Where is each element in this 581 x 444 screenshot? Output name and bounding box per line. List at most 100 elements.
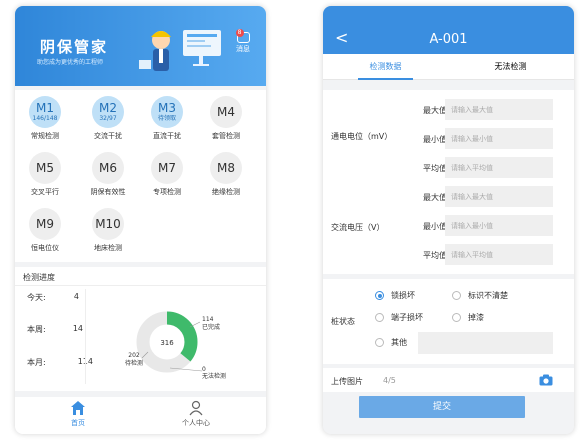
module-badge: M2 32/97 (92, 96, 124, 128)
home-banner: 阴保管家 助您成为更优秀的工程师 8 消息 (15, 6, 266, 86)
tab-unable-to-inspect[interactable]: 无法检测 (448, 61, 573, 72)
active-tab-indicator (358, 78, 413, 80)
module-label: 阴保有效性 (90, 188, 126, 196)
pile-state-section: 桩状态 锁损坏 标识不清楚 端子损坏 掉漆 其他 (323, 279, 574, 364)
row-label: 最小值 (423, 222, 447, 231)
donut-total: 316 (160, 339, 174, 347)
module-badge: M3 待领取 (151, 96, 183, 128)
app-slogan: 助您成为更优秀的工程师 (37, 59, 104, 66)
unable-label: 无法检测 (202, 372, 226, 380)
module-code: M4 (217, 104, 235, 119)
stat-label: 今天: (27, 293, 46, 302)
module-code: M2 (99, 101, 117, 115)
tab-home[interactable]: 首页 (48, 400, 108, 428)
measurement-form: 通电电位（mV） 最大值 最小值 平均值 交流电压（V） 最大值 最小值 平均值 (323, 90, 574, 274)
detail-tabs: 检测数据 无法检测 (323, 54, 574, 80)
completed-label: 已完成 (202, 323, 220, 331)
upload-count: 4/5 (383, 376, 396, 385)
tab-inspection-data[interactable]: 检测数据 (323, 61, 448, 72)
module-label: 绝缘检测 (212, 188, 240, 196)
status-bar (323, 6, 574, 24)
option-terminal-damaged[interactable]: 端子损坏 (375, 312, 423, 323)
row-label: 平均值 (423, 251, 447, 260)
module-m4[interactable]: M4 套管检测 (196, 96, 256, 141)
module-badge: M8 (210, 152, 242, 184)
stat-month: 本月: 114 (27, 357, 93, 368)
module-code: M5 (36, 160, 54, 175)
on-potential-avg-input[interactable] (445, 157, 553, 178)
message-badge: 8 (235, 29, 244, 37)
divider (15, 285, 266, 286)
stat-value: 14 (72, 324, 83, 333)
on-potential-min-input[interactable] (445, 128, 553, 149)
module-m8[interactable]: M8 绝缘检测 (196, 152, 256, 197)
row-label: 最大值 (423, 106, 447, 115)
module-m1[interactable]: M1 146/148 常规检测 (15, 96, 75, 141)
stat-week: 本周: 14 (27, 324, 87, 335)
module-code: M8 (217, 160, 235, 175)
module-label: 地床检测 (94, 244, 122, 252)
on-potential-max-input[interactable] (445, 99, 553, 120)
ac-voltage-max-input[interactable] (445, 186, 553, 207)
stat-label: 本周: (27, 325, 46, 334)
ac-voltage-min-input[interactable] (445, 215, 553, 236)
module-m7[interactable]: M7 专项检测 (137, 152, 197, 197)
pending-count: 202 (128, 352, 140, 359)
module-label: 交流干扰 (94, 132, 122, 140)
module-progress: 32/97 (99, 115, 117, 122)
option-lock-damaged[interactable]: 锁损坏 (375, 290, 415, 301)
module-badge: M7 (151, 152, 183, 184)
other-state-input[interactable] (418, 332, 553, 354)
option-label: 其他 (391, 338, 407, 347)
module-label: 套管检测 (212, 132, 240, 140)
completed-count: 114 (202, 316, 214, 323)
home-screen: 阴保管家 助您成为更优秀的工程师 8 消息 M1 146/148 常规检测 M2… (15, 6, 266, 434)
ac-voltage-avg-input[interactable] (445, 244, 553, 265)
tab-label: 个人中心 (182, 419, 210, 427)
upload-row: 上传图片 4/5 (323, 368, 574, 392)
module-progress: 146/148 (32, 115, 58, 122)
module-m2[interactable]: M2 32/97 交流干扰 (78, 96, 138, 141)
module-m5[interactable]: M5 交叉平行 (15, 152, 75, 197)
stat-value: 4 (73, 292, 79, 301)
radio-unchecked (452, 291, 461, 300)
progress-card: 检测进度 今天: 4 本周: 14 本月: 114 316 114 已完成 20… (15, 267, 266, 391)
module-code: M1 (36, 101, 54, 115)
option-label: 掉漆 (468, 313, 484, 322)
tab-profile[interactable]: 个人中心 (166, 400, 226, 428)
home-icon (71, 401, 85, 415)
row-label: 平均值 (423, 164, 447, 173)
submit-button[interactable]: 提交 (359, 396, 525, 418)
module-m9[interactable]: M9 恒电位仪 (15, 208, 75, 253)
option-paint-peeling[interactable]: 掉漆 (452, 312, 484, 323)
module-m3[interactable]: M3 待领取 直流干扰 (137, 96, 197, 141)
radio-checked (375, 291, 384, 300)
module-code: M3 (158, 101, 176, 115)
module-badge: M1 146/148 (29, 96, 61, 128)
module-code: M7 (158, 160, 176, 175)
radio-unchecked (375, 338, 384, 347)
progress-title: 检测进度 (23, 273, 55, 282)
module-m6[interactable]: M6 阴保有效性 (78, 152, 138, 197)
module-code: M6 (99, 160, 117, 175)
detail-screen: < A-001 检测数据 无法检测 通电电位（mV） 最大值 最小值 平均值 交… (323, 6, 574, 434)
option-label: 锁损坏 (391, 291, 415, 300)
module-badge: M9 (29, 208, 61, 240)
option-marker-unclear[interactable]: 标识不清楚 (452, 290, 508, 301)
module-label: 专项检测 (153, 188, 181, 196)
camera-icon[interactable] (539, 374, 553, 386)
option-other[interactable]: 其他 (375, 337, 407, 348)
bottom-tabbar: 首页 个人中心 (15, 397, 266, 434)
module-code: M10 (95, 216, 121, 231)
option-label: 标识不清楚 (468, 291, 508, 300)
message-label: 消息 (236, 45, 250, 53)
app-title: 阴保管家 (40, 38, 109, 56)
pending-label: 待检测 (125, 359, 143, 367)
module-badge: M10 (92, 208, 124, 240)
user-icon (189, 400, 203, 416)
radio-unchecked (452, 313, 461, 322)
nav-bar: < A-001 (323, 24, 574, 54)
message-icon: 8 (235, 29, 250, 43)
message-button[interactable]: 8 消息 (229, 29, 257, 54)
module-m10[interactable]: M10 地床检测 (78, 208, 138, 253)
